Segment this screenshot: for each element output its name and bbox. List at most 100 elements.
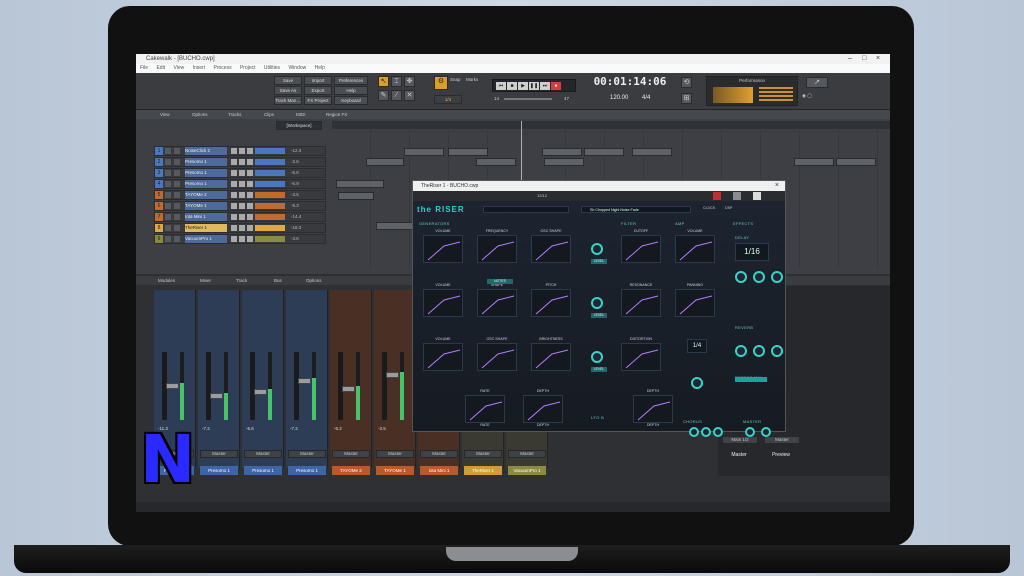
track-row[interactable]: 6 TAYOMe 1 -5.3: [154, 201, 326, 211]
smart-tool-icon[interactable]: ↖: [378, 76, 389, 87]
record-arm-button[interactable]: [247, 159, 253, 165]
track-name[interactable]: TAYOMe 1: [185, 202, 227, 210]
gen3-level-pill[interactable]: LEVEL: [591, 367, 607, 372]
envelope-panel[interactable]: [633, 395, 673, 423]
loop-icon[interactable]: ⟲: [681, 77, 692, 88]
envelope-panel[interactable]: [621, 235, 661, 263]
output-select[interactable]: Master: [420, 450, 458, 458]
filter-depth-knob[interactable]: [691, 377, 703, 389]
menu-project[interactable]: Project: [240, 65, 256, 71]
menu-view-tracks[interactable]: View: [160, 110, 170, 119]
clip[interactable]: [584, 148, 624, 156]
envelope-panel[interactable]: [531, 235, 571, 263]
fader-cap[interactable]: [298, 378, 311, 384]
close-icon[interactable]: ×: [876, 54, 880, 64]
track-row[interactable]: 9 VacuumPro 1 -3.6: [154, 234, 326, 244]
clip[interactable]: [836, 158, 876, 166]
track-name[interactable]: VacuumPro 1: [185, 235, 227, 243]
record-icon[interactable]: ●: [551, 82, 561, 90]
time-display[interactable]: 00:01:14:06 120.00 4/4: [584, 75, 676, 107]
envelope-panel[interactable]: [621, 343, 661, 371]
menu-view[interactable]: View: [173, 65, 184, 71]
mute-button[interactable]: [231, 236, 237, 242]
master-vol-knob[interactable]: [761, 427, 771, 437]
envelope-panel[interactable]: [465, 395, 505, 423]
reverb-time-knob[interactable]: [735, 345, 747, 357]
output-select[interactable]: Master: [464, 450, 502, 458]
track-name[interactable]: TheRiser 1: [185, 224, 227, 232]
clip[interactable]: [476, 158, 516, 166]
rewind-icon[interactable]: ⏮: [496, 82, 506, 90]
volume-fader[interactable]: [338, 352, 355, 420]
import-button[interactable]: Import: [304, 76, 332, 85]
mute-button[interactable]: [231, 170, 237, 176]
delay-time-knob[interactable]: [735, 271, 747, 283]
track-volume[interactable]: -2.6: [291, 158, 299, 166]
delay-mix-knob[interactable]: [771, 271, 783, 283]
clip[interactable]: [338, 192, 374, 200]
track-row[interactable]: 8 TheRiser 1 -18.3: [154, 223, 326, 233]
track-name[interactable]: Presomo 1: [185, 180, 227, 188]
notes-button[interactable]: NOTES: [487, 279, 513, 284]
menu-bus[interactable]: Bus: [274, 276, 282, 285]
track-manager-button[interactable]: Track Man…: [274, 96, 302, 105]
volume-fader[interactable]: [250, 352, 267, 420]
track-name[interactable]: Iota Mini 1: [185, 213, 227, 221]
envelope-panel[interactable]: [477, 289, 517, 317]
strip-name[interactable]: VacuumPro 1: [508, 466, 546, 475]
menu-file[interactable]: File: [140, 65, 148, 71]
gen3-level-knob[interactable]: [591, 351, 603, 363]
mute-button[interactable]: [231, 181, 237, 187]
transport-scrub-slider[interactable]: [504, 98, 552, 100]
envelope-panel[interactable]: [477, 235, 517, 263]
punch-icon[interactable]: ⊞: [681, 93, 692, 104]
solo-button[interactable]: [239, 170, 245, 176]
menu-modules[interactable]: Modules: [158, 276, 175, 285]
output-radios[interactable]: ◉ ◯: [802, 93, 812, 99]
menu-clips[interactable]: Clips: [264, 110, 274, 119]
track-name[interactable]: Presomo 1: [185, 158, 227, 166]
fx-project-button[interactable]: FX Project: [304, 96, 332, 105]
plugin-menu-icon[interactable]: [753, 192, 761, 200]
erase-tool-icon[interactable]: ✕: [404, 90, 415, 101]
track-volume[interactable]: -12.3: [291, 147, 301, 155]
fader-cap[interactable]: [386, 372, 399, 378]
forward-icon[interactable]: ⏭: [540, 82, 550, 90]
volume-fader[interactable]: [162, 352, 179, 420]
output-select[interactable]: Master: [508, 450, 546, 458]
tab-clock[interactable]: CLOCK: [703, 206, 715, 210]
record-arm-button[interactable]: [247, 214, 253, 220]
envelope-panel[interactable]: [523, 395, 563, 423]
draw-tool-icon[interactable]: ✎: [378, 90, 389, 101]
move-tool-icon[interactable]: ✥: [404, 76, 415, 87]
output-select[interactable]: Master: [332, 450, 370, 458]
clip[interactable]: [794, 158, 834, 166]
gen1-level-knob[interactable]: [591, 243, 603, 255]
menu-insert[interactable]: Insert: [193, 65, 206, 71]
volume-fader[interactable]: [294, 352, 311, 420]
track-row[interactable]: 3 Presomo 1 -6.6: [154, 168, 326, 178]
fader-cap[interactable]: [210, 393, 223, 399]
delay-feedback-knob[interactable]: [753, 271, 765, 283]
stop-icon[interactable]: ■: [507, 82, 517, 90]
select-tool-icon[interactable]: ⌶: [391, 76, 402, 87]
keyboard-button[interactable]: Keyboard: [334, 96, 368, 105]
edit-tool-icon[interactable]: ∕: [391, 90, 402, 101]
record-arm-button[interactable]: [247, 181, 253, 187]
plugin-toolbar-value[interactable]: 12/12: [537, 193, 547, 198]
menu-mixer[interactable]: Mixer: [200, 276, 211, 285]
solo-button[interactable]: [239, 236, 245, 242]
strip-name[interactable]: Iota Mini 1: [420, 466, 458, 475]
mute-button[interactable]: [231, 203, 237, 209]
output-select[interactable]: Master: [244, 450, 282, 458]
envelope-panel[interactable]: [531, 289, 571, 317]
envelope-panel[interactable]: [675, 289, 715, 317]
strip-name[interactable]: TheRiser 1: [464, 466, 502, 475]
save-button[interactable]: Save: [274, 76, 302, 85]
fader-cap[interactable]: [254, 389, 267, 395]
effect-mix-pill[interactable]: [735, 377, 767, 382]
menu-process[interactable]: Process: [214, 65, 232, 71]
track-name[interactable]: NoiseClick 2: [185, 147, 227, 155]
track-volume[interactable]: -6.6: [291, 169, 299, 177]
envelope-panel[interactable]: [621, 289, 661, 317]
